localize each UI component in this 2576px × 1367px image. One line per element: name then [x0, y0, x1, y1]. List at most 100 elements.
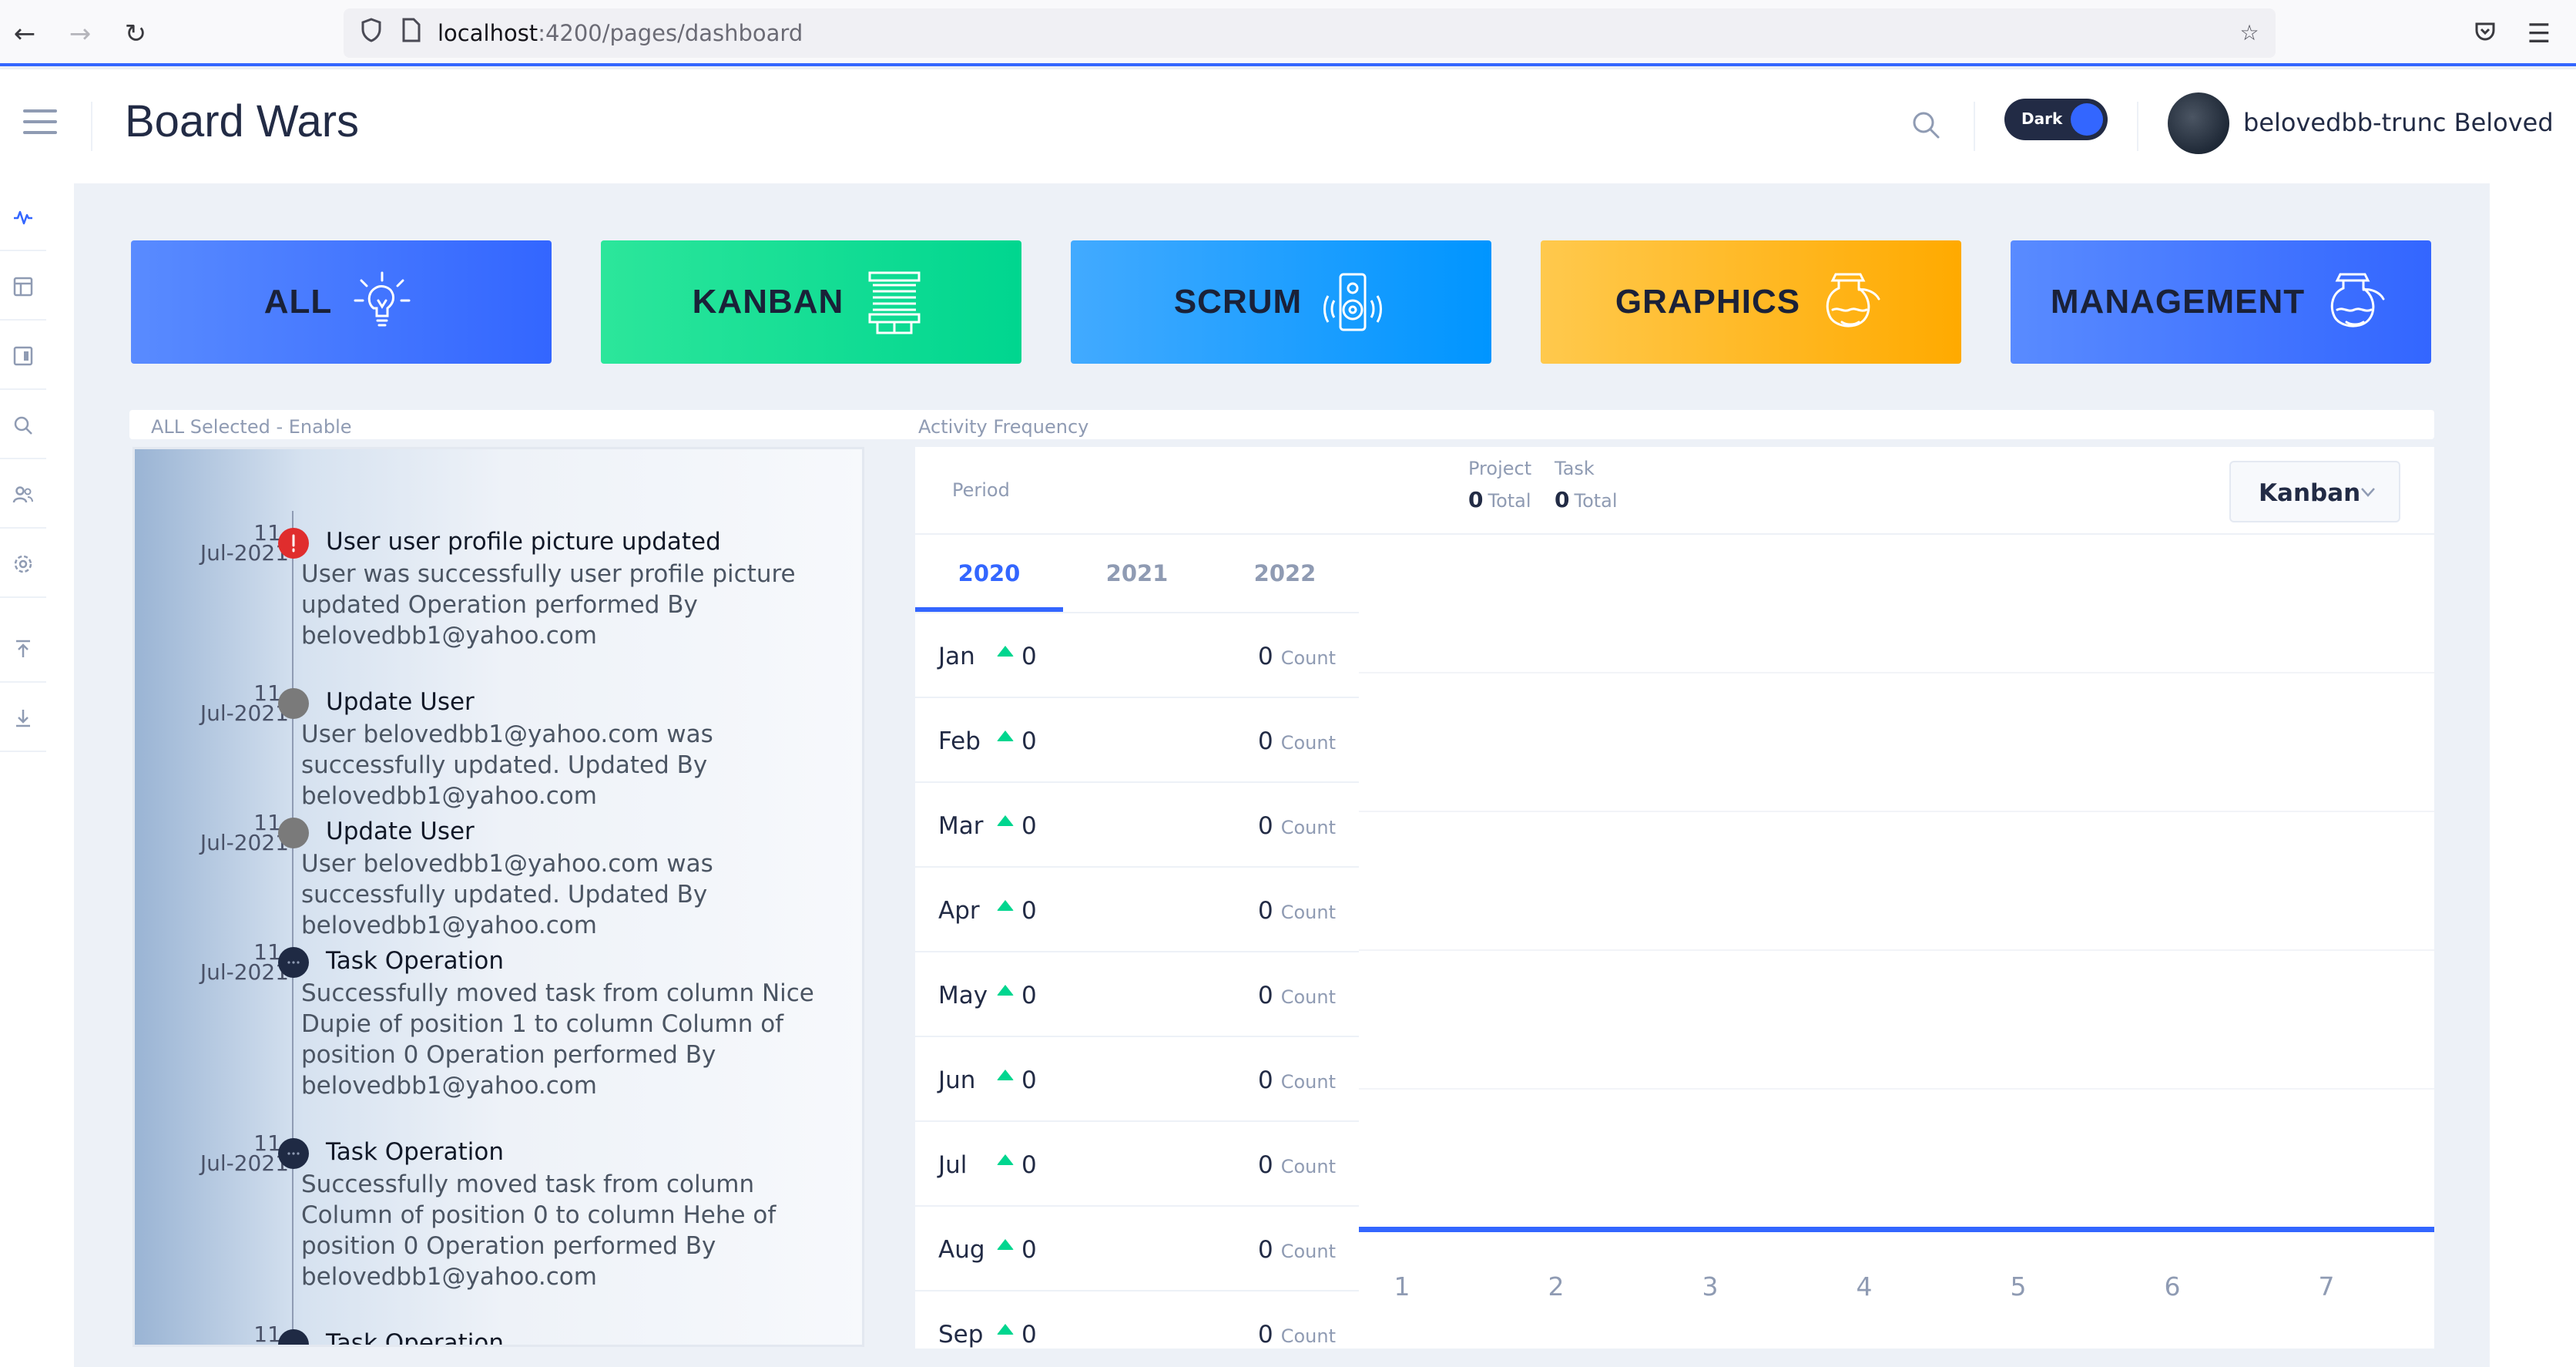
timeline-date: 11- Jul-2021 [200, 1130, 289, 1176]
month-row: Jan 0 0 Count [915, 613, 1359, 698]
sidebar-item-layout[interactable] [0, 253, 46, 321]
activity-frequency-panel: Period Project 0 Total Task 0 Total Kanban… [915, 447, 2434, 1349]
timeline-description: User belovedbb1@yahoo.com was successful… [301, 720, 713, 810]
category-button-management[interactable]: MANAGEMENT [2011, 240, 2431, 364]
bookmark-star-icon[interactable]: ☆ [2234, 18, 2265, 49]
search-icon[interactable] [1909, 108, 1943, 142]
user-name[interactable]: belovedbb-trunc Beloved [2243, 108, 2554, 137]
right-gutter [2490, 183, 2576, 1367]
category-label: MANAGEMENT [2050, 283, 2306, 321]
sidebar [0, 183, 74, 1367]
chart-x-tick: 3 [1702, 1271, 1719, 1302]
category-button-graphics[interactable]: GRAPHICS [1541, 240, 1961, 364]
timeline-title: Update User [326, 688, 475, 716]
month-name: May [938, 982, 988, 1009]
forward-arrow-icon[interactable]: → [65, 18, 96, 49]
trend-up-icon [997, 731, 1014, 741]
chart-gridline [1359, 672, 2434, 673]
month-value: 0 [1021, 727, 1037, 755]
pocket-icon[interactable] [2470, 18, 2501, 49]
timeline-date: 11- Jul-2021 [200, 939, 289, 985]
trend-up-icon [997, 1070, 1014, 1080]
tab-2021[interactable]: 2021 [1063, 535, 1211, 612]
timeline-date: 11- Jul-2021 [200, 520, 289, 566]
section-header: ALL Selected - Enable Activity Frequency [129, 410, 2434, 439]
menu-icon[interactable]: ☰ [2524, 18, 2554, 49]
divider [1974, 102, 1975, 151]
timeline-description: User belovedbb1@yahoo.com was successful… [301, 850, 713, 939]
reload-icon[interactable]: ↻ [120, 18, 151, 49]
back-arrow-icon[interactable]: ← [9, 18, 40, 49]
users-icon [12, 486, 33, 503]
category-label: ALL [263, 283, 333, 321]
chart-baseline [1359, 1227, 2434, 1232]
chart-gridline [1359, 1088, 2434, 1090]
month-row: Jul 0 0 Count [915, 1122, 1359, 1207]
sidebar-item-download[interactable] [0, 684, 46, 752]
chart-x-tick: 6 [2164, 1271, 2181, 1302]
app-header: Board Wars Dark belovedbb-trunc Beloved [0, 69, 2576, 183]
month-name: Feb [938, 727, 981, 755]
chevron-down-icon [2361, 488, 2375, 497]
sidebar-item-users[interactable] [0, 461, 46, 529]
month-row: Apr 0 0 Count [915, 868, 1359, 952]
task-total: 0 Total [1555, 487, 1618, 512]
sidebar-item-activity[interactable] [0, 183, 46, 251]
month-row: Sep 0 0 Count [915, 1291, 1359, 1367]
month-value: 0 [1021, 982, 1037, 1009]
timeline-date: 11- Jul-2021 [200, 680, 289, 726]
month-count: 0 Count [1257, 897, 1336, 925]
divider [91, 102, 92, 151]
activity-timeline[interactable]: 11- Jul-2021 User user profile picture up… [132, 447, 864, 1347]
gear-icon [14, 555, 32, 573]
sidebar-item-settings[interactable] [0, 530, 46, 598]
category-label: GRAPHICS [1615, 283, 1801, 321]
trend-up-icon [997, 1154, 1014, 1165]
theme-toggle[interactable]: Dark [2004, 99, 2108, 140]
avatar[interactable] [2168, 92, 2229, 154]
category-button-all[interactable]: ALL [131, 240, 552, 364]
month-name: Mar [938, 812, 984, 840]
month-count: 0 Count [1257, 1151, 1336, 1179]
sidebar-item-board[interactable] [0, 322, 46, 390]
month-name: Jun [938, 1066, 976, 1094]
task-dot-icon [278, 1138, 309, 1169]
trend-up-icon [997, 1239, 1014, 1250]
month-value: 0 [1021, 643, 1037, 670]
trend-up-icon [997, 900, 1014, 911]
status-dot-icon [278, 818, 309, 848]
select-value: Kanban [2259, 479, 2361, 507]
tab-2020[interactable]: 2020 [915, 535, 1063, 612]
activity-icon [14, 210, 32, 225]
category-button-kanban[interactable]: KANBAN [601, 240, 1021, 364]
coffee-pot-icon [2330, 273, 2385, 327]
timeline-date: 11- Jul-2021 [200, 810, 289, 855]
blinds-icon [868, 271, 921, 334]
sidebar-item-upload[interactable] [0, 615, 46, 683]
coffee-pot-icon [1826, 273, 1880, 327]
layout-icon [13, 277, 33, 297]
board-type-select[interactable]: Kanban [2229, 461, 2400, 522]
tab-2022[interactable]: 2022 [1211, 535, 1359, 612]
browser-toolbar: ← → ↻ localhost:4200/pages/dashboard ☆ ☰ [0, 0, 2576, 66]
month-name: Jan [938, 643, 975, 670]
search-icon [14, 416, 32, 435]
hamburger-menu-icon[interactable] [23, 109, 57, 140]
lightbulb-icon [354, 271, 411, 327]
theme-toggle-label: Dark [2021, 109, 2063, 128]
task-stat: Task 0 Total [1555, 458, 1618, 512]
address-bar[interactable]: localhost:4200/pages/dashboard ☆ [344, 8, 2276, 58]
month-value: 0 [1021, 1066, 1037, 1094]
category-button-scrum[interactable]: SCRUM [1071, 240, 1491, 364]
activity-section-label: Activity Frequency [918, 416, 1089, 438]
project-label: Project [1468, 458, 1532, 479]
toggle-knob [2071, 103, 2103, 136]
month-value: 0 [1021, 1151, 1037, 1179]
sidebar-item-search[interactable] [0, 391, 46, 459]
year-tabs: 2020 2021 2022 [915, 535, 1359, 613]
month-row: Jun 0 0 Count [915, 1037, 1359, 1122]
shield-icon[interactable] [356, 18, 387, 49]
month-value: 0 [1021, 812, 1037, 840]
project-stat: Project 0 Total [1468, 458, 1531, 512]
upload-icon [16, 640, 30, 657]
